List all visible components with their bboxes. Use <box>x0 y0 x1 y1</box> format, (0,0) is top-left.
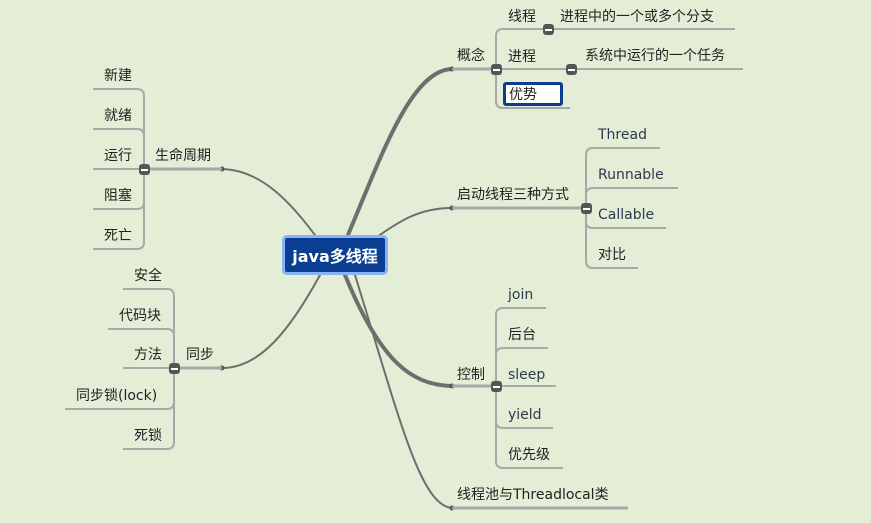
topic-control-sleep[interactable]: sleep <box>508 366 545 384</box>
topic-threadpool[interactable]: 线程池与Threadlocal类 <box>457 486 609 504</box>
topic-startup[interactable]: 启动线程三种方式 <box>457 186 569 204</box>
topic-lifecycle[interactable]: 生命周期 <box>155 147 211 165</box>
topic-sync-method[interactable]: 方法 <box>134 346 162 364</box>
topic-process[interactable]: 进程 <box>508 48 536 66</box>
branch-concept <box>343 67 454 244</box>
topic-control-priority[interactable]: 优先级 <box>508 446 550 464</box>
topic-lifecycle-blocked[interactable]: 阻塞 <box>104 187 132 205</box>
branch-pool <box>354 274 453 509</box>
topic-startup-runnable[interactable]: Runnable <box>598 166 664 184</box>
collapse-process-button[interactable] <box>566 64 577 75</box>
topic-advantage-selected[interactable]: 优势 <box>503 82 563 106</box>
topic-process-detail[interactable]: 系统中运行的一个任务 <box>585 47 725 65</box>
collapse-concept-button[interactable] <box>491 64 502 75</box>
topic-lifecycle-new[interactable]: 新建 <box>104 67 132 85</box>
topic-startup-callable[interactable]: Callable <box>598 206 654 224</box>
topic-startup-thread[interactable]: Thread <box>598 126 647 144</box>
topic-startup-compare[interactable]: 对比 <box>598 246 626 264</box>
topic-sync-deadlock[interactable]: 死锁 <box>134 427 162 445</box>
topic-sync-lock[interactable]: 同步锁(lock) <box>76 387 157 405</box>
topic-lifecycle-ready[interactable]: 就绪 <box>104 107 132 125</box>
topic-thread[interactable]: 线程 <box>508 8 536 26</box>
topic-concept[interactable]: 概念 <box>457 47 485 65</box>
collapse-sync-button[interactable] <box>169 363 180 374</box>
topic-lifecycle-running[interactable]: 运行 <box>104 147 132 165</box>
topic-control-yield[interactable]: yield <box>508 406 542 424</box>
root-topic[interactable]: java多线程 <box>282 235 388 275</box>
topic-sync-block[interactable]: 代码块 <box>119 307 161 325</box>
collapse-lifecycle-button[interactable] <box>139 164 150 175</box>
collapse-thread-button[interactable] <box>543 24 554 35</box>
topic-advantage: 优势 <box>509 87 537 103</box>
root-topic-label: java多线程 <box>292 247 378 266</box>
topic-sync[interactable]: 同步 <box>186 346 214 364</box>
topic-lifecycle-dead[interactable]: 死亡 <box>104 227 132 245</box>
topic-thread-detail[interactable]: 进程中的一个或多个分支 <box>560 8 714 26</box>
topic-sync-safety[interactable]: 安全 <box>134 267 162 285</box>
branch-lifecycle <box>221 168 321 243</box>
branch-sync <box>221 274 321 369</box>
collapse-control-button[interactable] <box>491 381 502 392</box>
topic-control-join[interactable]: join <box>508 286 533 304</box>
topic-control[interactable]: 控制 <box>457 366 485 384</box>
topic-control-daemon[interactable]: 后台 <box>508 326 536 344</box>
collapse-startup-button[interactable] <box>581 203 592 214</box>
